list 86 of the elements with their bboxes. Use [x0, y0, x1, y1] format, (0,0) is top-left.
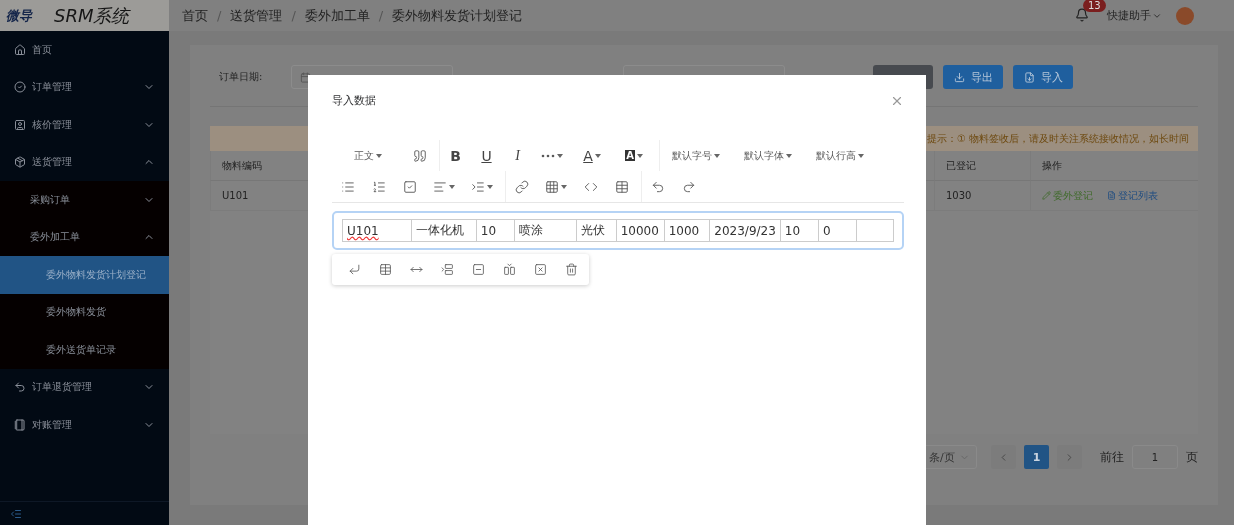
home-icon	[14, 43, 26, 56]
toolbar-button[interactable]: A	[613, 141, 655, 170]
editor-table-cell[interactable]: 一体化机	[411, 219, 477, 242]
system-name: SRM系统	[54, 3, 130, 28]
sidebar-item[interactable]: 订单退货管理	[0, 368, 169, 406]
breadcrumb-separator: /	[378, 8, 384, 23]
breadcrumb-item[interactable]: 委外加工单	[304, 6, 370, 25]
sidebar-item[interactable]: 送货管理	[0, 143, 169, 181]
calendar-icon	[300, 71, 311, 83]
table-header-icon	[378, 263, 392, 276]
notification-count: 13	[1083, 0, 1106, 12]
notebook-icon	[14, 418, 26, 431]
date-label: 订单日期:	[218, 70, 264, 84]
download-icon	[953, 71, 965, 83]
package-icon	[14, 156, 26, 169]
editor-area[interactable]: U101 一体化机 10 喷涂 光伏 10000 1000 2023/9/23 10 0	[332, 211, 904, 250]
page-button[interactable]: 1	[1024, 445, 1049, 469]
sidebar-item[interactable]: 委外物料发货	[0, 293, 169, 331]
table-cell: 1030	[934, 181, 1030, 211]
breadcrumb-item[interactable]: 送货管理	[230, 6, 283, 25]
document-icon	[1107, 191, 1116, 200]
bell-icon[interactable]	[1075, 7, 1089, 22]
logo: 微导	[6, 6, 32, 25]
breadcrumb-item[interactable]: 委外物料发货计划登记	[392, 6, 523, 25]
redo-icon	[681, 179, 696, 194]
pencil-icon	[1042, 191, 1051, 200]
quote-icon	[412, 148, 427, 163]
sidebar-item[interactable]: 采购订单	[0, 181, 169, 219]
sidebar-item[interactable]: 委外加工单	[0, 218, 169, 256]
editor-table-cell[interactable]: U101	[342, 219, 412, 242]
insert-row-icon	[440, 263, 454, 276]
dialog-title: 导入数据	[332, 93, 376, 108]
export-button[interactable]: 导出	[943, 65, 1003, 89]
page-suffix: 页	[1186, 448, 1198, 466]
breadcrumb-item[interactable]: 首页	[182, 6, 208, 25]
link-icon	[514, 179, 529, 194]
checkbox-icon	[402, 179, 417, 194]
toolbar-button[interactable]: I	[502, 141, 533, 170]
collapse-icon[interactable]	[10, 507, 22, 520]
delete-column-icon	[533, 263, 547, 276]
editor-table-cell[interactable]: 光伏	[576, 219, 617, 242]
toolbar-select[interactable]: 正文	[332, 141, 404, 170]
sidebar-item[interactable]: 首页	[0, 31, 169, 69]
editor-table-cell[interactable]: 1000	[664, 219, 710, 242]
breadcrumb-separator: /	[217, 8, 222, 23]
editor-table-cell[interactable]	[856, 219, 894, 242]
column-header: 已登记	[934, 151, 1030, 181]
check-circle-icon	[14, 81, 26, 94]
undo-icon	[650, 179, 665, 194]
bullet-list-icon	[340, 179, 355, 194]
toolbar-button[interactable]: U	[471, 141, 502, 170]
toolbar-button[interactable]: A	[571, 141, 613, 170]
column-header: 操作	[1030, 151, 1198, 181]
editor-table-cell[interactable]: 0	[818, 219, 857, 242]
return-arrow-icon	[14, 381, 26, 394]
ellipsis-icon	[541, 153, 555, 158]
notice-text: 提示：① 物料签收后，请及时关注系统接收情况，如长时间	[927, 131, 1190, 146]
sidebar-item[interactable]: 核价管理	[0, 106, 169, 144]
toolbar-select[interactable]: 默认字体	[732, 141, 804, 170]
delete-row-icon	[471, 263, 485, 276]
editor-table-cell[interactable]: 10	[780, 219, 819, 242]
sidebar-item[interactable]: 订单管理	[0, 68, 169, 106]
table-icon	[545, 179, 559, 194]
goto-label: 前往	[1100, 448, 1124, 466]
sidebar-item[interactable]: 对账管理	[0, 406, 169, 444]
file-icon	[1023, 71, 1035, 83]
breadcrumb-separator: /	[291, 8, 296, 23]
toolbar-select[interactable]: 默认行高	[804, 141, 876, 170]
insert-column-icon	[502, 263, 516, 276]
editor-table-cell[interactable]: 10	[476, 219, 515, 242]
import-button[interactable]: 导入	[1013, 65, 1073, 89]
numbered-list-icon	[371, 179, 386, 194]
align-left-icon	[433, 179, 447, 194]
page-input[interactable]: 1	[1132, 445, 1178, 469]
sidebar-item[interactable]: 委外物料发货计划登记	[0, 256, 169, 294]
indent-icon	[471, 179, 485, 194]
user-menu[interactable]: 快捷助手	[1107, 8, 1162, 23]
trash-icon	[564, 263, 578, 276]
enter-arrow-icon	[347, 263, 361, 276]
toolbar-button[interactable]: B	[440, 141, 471, 170]
editor-table-cell[interactable]: 10000	[616, 219, 665, 242]
toolbar-select[interactable]: 默认字号	[660, 141, 732, 170]
sidebar-item[interactable]: 委外送货单记录	[0, 331, 169, 369]
editor-table-cell[interactable]: 2023/9/23	[709, 219, 781, 242]
editor-table-cell[interactable]: 喷涂	[514, 219, 577, 242]
avatar[interactable]	[1176, 6, 1194, 25]
